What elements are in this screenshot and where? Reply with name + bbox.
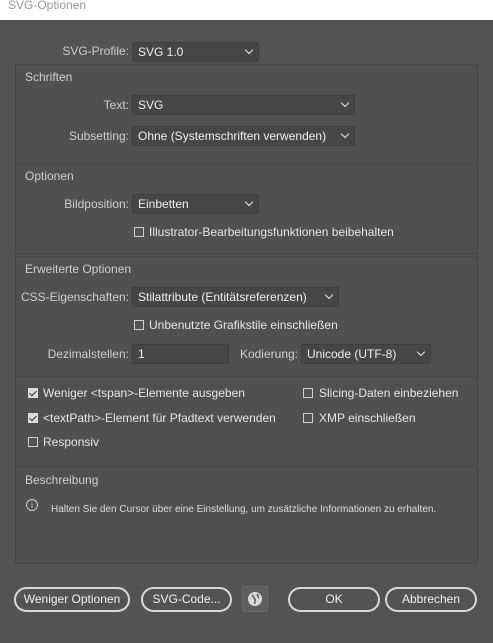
chevron-down-icon — [324, 290, 334, 300]
options-section-title: Optionen — [25, 169, 74, 183]
description-text: Halten Sie den Cursor über eine Einstell… — [51, 504, 437, 515]
chevron-down-icon — [244, 197, 254, 207]
encoding-value: Unicode (UTF-8) — [307, 347, 397, 361]
preserve-editing-checkbox[interactable] — [134, 227, 144, 237]
preserve-editing-label: Illustrator-Bearbeitungsfunktionen beibe… — [149, 225, 394, 239]
svg-profile-value: SVG 1.0 — [138, 45, 184, 59]
fonts-section: Schriften — [15, 64, 478, 175]
decimal-places-label: Dezimalstellen: — [47, 347, 129, 361]
svg-options-dialog: SVG-Profile: SVG 1.0 Schriften Text: SVG… — [0, 20, 493, 643]
svg-profile-select[interactable]: SVG 1.0 — [132, 42, 259, 62]
unused-styles-checkbox[interactable] — [134, 320, 144, 330]
subsetting-value: Ohne (Systemschriften verwenden) — [138, 129, 327, 143]
cancel-button[interactable]: Abbrechen — [385, 587, 477, 612]
encoding-label: Kodierung: — [239, 347, 298, 361]
slicing-data-label: Slicing-Daten einbeziehen — [319, 386, 459, 400]
svg-code-button[interactable]: SVG-Code... — [141, 587, 232, 612]
subsetting-label: Subsetting: — [68, 129, 129, 143]
slicing-data-checkbox[interactable] — [303, 388, 313, 398]
chevron-down-icon — [340, 98, 350, 108]
css-properties-value: Stilattribute (Entitätsreferenzen) — [138, 290, 307, 304]
image-location-select[interactable]: Einbetten — [132, 194, 259, 214]
textpath-checkbox[interactable] — [28, 413, 38, 423]
responsive-checkbox[interactable] — [28, 437, 38, 447]
fonts-section-title: Schriften — [25, 70, 73, 84]
image-location-value: Einbetten — [138, 197, 189, 211]
decimal-places-value: 1 — [138, 347, 145, 361]
window-titlebar: SVG-Optionen — [0, 0, 493, 20]
globe-icon — [248, 592, 262, 606]
encoding-select[interactable]: Unicode (UTF-8) — [301, 344, 431, 364]
svg-profile-label: SVG-Profile: — [62, 44, 129, 58]
chevron-down-icon — [340, 129, 350, 139]
xmp-label: XMP einschließen — [319, 411, 416, 425]
advanced-options-title: Erweiterte Optionen — [25, 262, 132, 276]
css-properties-select[interactable]: Stilattribute (Entitätsreferenzen) — [132, 287, 339, 307]
fewer-tspan-label: Weniger <tspan>-Elemente ausgeben — [43, 386, 245, 400]
chevron-down-icon — [416, 347, 426, 357]
info-icon: i — [26, 499, 38, 511]
ok-button[interactable]: OK — [288, 587, 380, 612]
css-properties-label: CSS-Eigenschaften: — [20, 290, 129, 304]
unused-styles-label: Unbenutzte Grafikstile einschließen — [149, 318, 338, 332]
font-type-label: Text: — [103, 98, 129, 112]
decimal-places-input[interactable]: 1 — [132, 344, 229, 364]
fewer-options-button[interactable]: Weniger Optionen — [14, 587, 130, 612]
fewer-tspan-checkbox[interactable] — [28, 388, 38, 398]
description-section: Beschreibung — [15, 466, 478, 564]
subsetting-select[interactable]: Ohne (Systemschriften verwenden) — [132, 126, 355, 146]
advanced-divider — [16, 376, 477, 377]
textpath-label: <textPath>-Element für Pfadtext verwende… — [43, 411, 276, 425]
image-location-label: Bildposition: — [64, 197, 129, 211]
xmp-checkbox[interactable] — [303, 413, 313, 423]
window-title: SVG-Optionen — [8, 0, 87, 12]
web-preview-button[interactable] — [242, 586, 268, 612]
font-type-value: SVG — [138, 98, 164, 112]
description-section-title: Beschreibung — [25, 473, 99, 487]
responsive-label: Responsiv — [43, 435, 100, 449]
font-type-select[interactable]: SVG — [132, 95, 355, 115]
chevron-down-icon — [244, 45, 254, 55]
